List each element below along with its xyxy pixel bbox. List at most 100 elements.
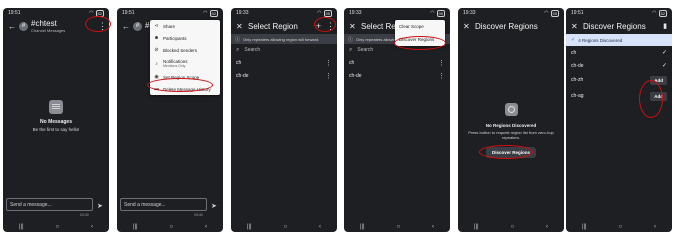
panel-select-region-menu: 19:33 ◠ 95 ✕ Select Region ⓘ Only repeate…	[344, 8, 450, 232]
nav-back-icon[interactable]: ‹	[205, 224, 207, 230]
check-icon: ✓	[661, 50, 667, 56]
status-time: 19:51	[571, 10, 584, 16]
app-bar: ✕ Select Region + ⋮	[231, 18, 337, 34]
close-icon[interactable]: ✕	[571, 22, 579, 31]
menu-item-label: Participants	[163, 35, 187, 41]
menu-item-label: Clear Scope	[399, 24, 424, 29]
list-item: ch-ag Add	[566, 88, 672, 104]
status-icons: ◠ 82	[89, 9, 104, 17]
menu-item-label: Delete Message History	[163, 86, 211, 92]
more-vert-icon[interactable]: ⋮	[438, 72, 445, 80]
home-icon[interactable]: ○	[619, 224, 623, 230]
battery-icon: 82	[209, 9, 218, 17]
check-icon: ✓	[571, 37, 576, 43]
add-region-button[interactable]: Add	[650, 91, 667, 101]
char-counter: 0/140	[194, 213, 203, 217]
more-vert-icon[interactable]: ⋮	[438, 59, 445, 67]
status-time: 19:51	[8, 10, 21, 16]
search-placeholder: Search	[244, 47, 261, 53]
empty-state: No Messages Be the first to say hello!	[3, 100, 109, 132]
close-icon[interactable]: ✕	[463, 22, 471, 31]
nav-back-icon[interactable]: ‹	[432, 224, 434, 230]
more-vert-icon[interactable]: ⋮	[325, 59, 332, 67]
menu-item-participants[interactable]: ☻ Participants	[150, 32, 220, 44]
banner-text: 4 Regions Discovered	[578, 37, 623, 43]
region-name: ch-de	[571, 62, 584, 69]
list-item[interactable]: ch ⋮	[231, 56, 337, 69]
info-banner: ⓘ Only repeaters allowing region will fo…	[231, 34, 337, 44]
recent-apps-icon[interactable]: |||	[19, 224, 24, 230]
menu-item-label: Discover Regions	[399, 37, 435, 42]
message-input[interactable]: Send a message...	[6, 198, 93, 211]
discovered-banner: ✓ 4 Regions Discovered	[566, 34, 672, 46]
home-icon[interactable]: ○	[284, 224, 288, 230]
menu-item-notifications[interactable]: ♪ Notifications Mentions Only	[150, 56, 220, 71]
menu-item-clear-scope[interactable]: Clear Scope	[395, 20, 445, 33]
menu-item-blocked-senders[interactable]: ⊘ Blocked Senders	[150, 44, 220, 56]
wifi-icon: ◠	[544, 10, 549, 16]
menu-item-share[interactable]: ⋖ Share	[150, 20, 220, 32]
menu-item-discover-regions[interactable]: Discover Regions	[395, 33, 445, 46]
close-icon[interactable]: ✕	[236, 22, 244, 31]
block-icon: ⊘	[154, 47, 159, 53]
app-bar: ✕ Discover Regions	[458, 18, 564, 34]
more-vert-icon[interactable]: ⋮	[326, 21, 335, 32]
menu-item-delete-history[interactable]: ▬ Delete Message History	[150, 83, 220, 95]
nav-back-icon[interactable]: ‹	[319, 224, 321, 230]
search-input[interactable]: ⌕ Search	[231, 44, 337, 56]
status-time: 19:33	[463, 10, 476, 16]
list-item[interactable]: ch ⋮	[344, 56, 450, 69]
home-icon[interactable]: ○	[511, 224, 515, 230]
back-arrow-icon[interactable]: ←	[122, 22, 130, 31]
menu-item-label: Blocked Senders	[163, 47, 198, 53]
more-vert-icon[interactable]: ⋮	[325, 72, 332, 80]
menu-item-set-region-scope[interactable]: ◉ Set Region Scope	[150, 71, 220, 83]
recent-apps-icon[interactable]: |||	[247, 224, 252, 230]
status-icons: ◠ 95	[544, 9, 559, 17]
send-icon[interactable]: ➤	[211, 202, 217, 210]
back-arrow-icon[interactable]: ←	[8, 22, 16, 31]
status-icons: ◠ 95	[430, 9, 445, 17]
wifi-icon: ◠	[317, 10, 322, 16]
nav-back-icon[interactable]: ‹	[546, 224, 548, 230]
send-icon[interactable]: ➤	[97, 202, 103, 210]
nav-back-icon[interactable]: ‹	[91, 224, 93, 230]
info-icon: ⓘ	[235, 36, 241, 43]
status-bar: 19:51 ◠ 82	[3, 8, 109, 18]
battery-icon: 95	[550, 9, 559, 17]
plus-icon[interactable]: +	[316, 21, 321, 31]
recent-apps-icon[interactable]: |||	[474, 224, 479, 230]
panel-channel-menu: 19:51 ◠82 ← # #cht Send a message... 0/1…	[117, 8, 223, 232]
trash-icon[interactable]: ▮	[663, 22, 667, 30]
region-name: ch-zh	[571, 77, 584, 83]
panel-discover-found: 19:51 ◠ 82 ✕ Discover Regions ▮ ✓ 4 Regio…	[566, 8, 672, 232]
add-region-button[interactable]: Add	[650, 75, 667, 85]
banner-text: Only repeaters allowing	[356, 36, 398, 42]
banner-text: Only repeaters allowing region will forw…	[243, 36, 320, 42]
menu-item-label: Share	[163, 23, 176, 29]
status-icons: ◠ 95	[317, 9, 332, 17]
more-vert-icon[interactable]: ⋮	[98, 21, 107, 32]
list-item[interactable]: ch-de ⋮	[344, 69, 450, 82]
nav-back-icon[interactable]: ‹	[654, 224, 656, 230]
search-placeholder: Search	[357, 47, 374, 53]
recent-apps-icon[interactable]: |||	[133, 224, 138, 230]
home-icon[interactable]: ○	[56, 224, 60, 230]
message-input[interactable]: Send a message...	[120, 198, 207, 211]
wifi-icon: ◠	[652, 10, 657, 16]
discover-regions-button[interactable]: Discover Regions	[485, 147, 536, 159]
search-icon: ⌕	[236, 46, 240, 53]
channel-avatar: #	[19, 21, 28, 31]
list-item[interactable]: ch-de ⋮	[231, 69, 337, 82]
home-icon[interactable]: ○	[170, 224, 174, 230]
recent-apps-icon[interactable]: |||	[582, 224, 587, 230]
close-icon[interactable]: ✕	[349, 22, 357, 31]
home-icon[interactable]: ○	[397, 224, 401, 230]
search-icon: ⌕	[349, 46, 353, 53]
battery-icon: 95	[436, 9, 445, 17]
char-counter: 0/140	[80, 213, 89, 217]
status-bar: 19:51 ◠ 82	[566, 8, 672, 18]
status-time: 19:33	[349, 10, 362, 16]
region-name: ch	[349, 59, 355, 66]
recent-apps-icon[interactable]: |||	[360, 224, 365, 230]
